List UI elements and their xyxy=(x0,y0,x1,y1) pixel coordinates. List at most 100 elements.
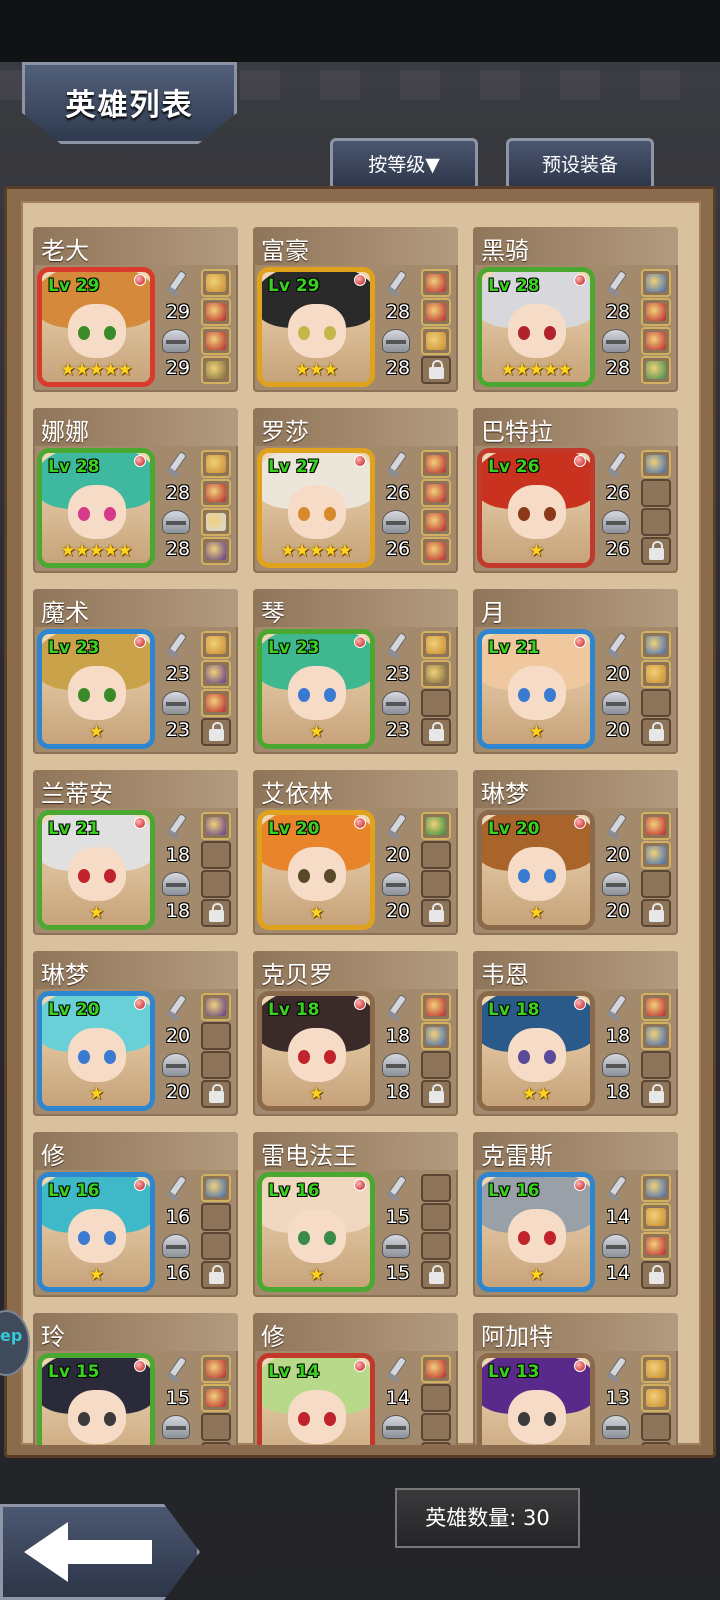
hero-card[interactable]: 琳梦 Lv 20 ★ 20 20 xyxy=(473,770,678,935)
equipment-slot[interactable] xyxy=(201,450,231,478)
equipment-slot-empty[interactable] xyxy=(641,1442,671,1445)
equipment-slot-empty[interactable] xyxy=(201,1442,231,1445)
equipment-slot[interactable] xyxy=(421,1022,451,1050)
hero-portrait[interactable]: Lv 20 ★ xyxy=(257,810,375,930)
equipment-slot-empty[interactable] xyxy=(201,1051,231,1079)
hero-portrait[interactable]: Lv 16 ★ xyxy=(257,1172,375,1292)
hero-card[interactable]: 克雷斯 Lv 16 ★ 14 14 xyxy=(473,1132,678,1297)
equipment-slot-locked[interactable] xyxy=(201,718,231,746)
hero-portrait[interactable]: Lv 14 xyxy=(257,1353,375,1445)
equipment-slot-empty[interactable] xyxy=(421,870,451,898)
equipment-slot[interactable] xyxy=(421,479,451,507)
equipment-slot[interactable] xyxy=(201,1174,231,1202)
hero-card[interactable]: 兰蒂安 Lv 21 ★ 18 18 xyxy=(33,770,238,935)
equipment-slot[interactable] xyxy=(421,508,451,536)
hero-portrait[interactable]: Lv 27 ★★★★★ xyxy=(257,448,375,568)
hero-card[interactable]: 玲 Lv 15 15 xyxy=(33,1313,238,1445)
equipment-slot-empty[interactable] xyxy=(421,1203,451,1231)
equipment-slot[interactable] xyxy=(641,327,671,355)
equipment-slot[interactable] xyxy=(421,631,451,659)
hero-portrait[interactable]: Lv 29 ★★★ xyxy=(257,267,375,387)
equipment-slot-empty[interactable] xyxy=(201,1203,231,1231)
equipment-slot-locked[interactable] xyxy=(201,1261,231,1289)
equipment-slot[interactable] xyxy=(201,993,231,1021)
hero-portrait[interactable]: Lv 28 ★★★★★ xyxy=(477,267,595,387)
sort-by-level-button[interactable]: 按等级▼ xyxy=(330,138,478,190)
equipment-slot-empty[interactable] xyxy=(421,1413,451,1441)
hero-card[interactable]: 雷电法王 Lv 16 ★ 15 15 xyxy=(253,1132,458,1297)
equipment-slot[interactable] xyxy=(201,631,231,659)
equipment-slot-locked[interactable] xyxy=(421,718,451,746)
hero-card[interactable]: 琳梦 Lv 20 ★ 20 20 xyxy=(33,951,238,1116)
hero-card[interactable]: 老大 Lv 29 ★★★★★ 29 29 xyxy=(33,227,238,392)
hero-portrait[interactable]: Lv 20 ★ xyxy=(477,810,595,930)
equipment-slot-locked[interactable] xyxy=(201,899,231,927)
equipment-slot-empty[interactable] xyxy=(641,479,671,507)
hero-portrait[interactable]: Lv 23 ★ xyxy=(37,629,155,749)
hero-card[interactable]: 琴 Lv 23 ★ 23 23 xyxy=(253,589,458,754)
equipment-slot-locked[interactable] xyxy=(641,537,671,565)
hero-portrait[interactable]: Lv 15 xyxy=(37,1353,155,1445)
equipment-slot-locked[interactable] xyxy=(421,356,451,384)
equipment-slot-empty[interactable] xyxy=(421,1384,451,1412)
hero-card[interactable]: 罗莎 Lv 27 ★★★★★ 26 26 xyxy=(253,408,458,573)
equipment-slot-empty[interactable] xyxy=(421,1232,451,1260)
equipment-slot-empty[interactable] xyxy=(641,1051,671,1079)
equipment-slot-empty[interactable] xyxy=(421,841,451,869)
hero-card[interactable]: 巴特拉 Lv 26 ★ 26 26 xyxy=(473,408,678,573)
hero-portrait[interactable]: Lv 13 xyxy=(477,1353,595,1445)
equipment-slot[interactable] xyxy=(641,660,671,688)
equipment-slot[interactable] xyxy=(201,508,231,536)
hero-portrait[interactable]: Lv 16 ★ xyxy=(477,1172,595,1292)
hero-grid[interactable]: 老大 Lv 29 ★★★★★ 29 29 富豪 Lv 29 ★★★ 28 28 … xyxy=(33,227,693,1445)
hero-card[interactable]: 艾依林 Lv 20 ★ 20 20 xyxy=(253,770,458,935)
equipment-slot[interactable] xyxy=(641,356,671,384)
equipment-slot[interactable] xyxy=(201,479,231,507)
equipment-slot[interactable] xyxy=(421,298,451,326)
hero-portrait[interactable]: Lv 23 ★ xyxy=(257,629,375,749)
equipment-slot-empty[interactable] xyxy=(201,1413,231,1441)
equipment-slot[interactable] xyxy=(641,298,671,326)
equipment-slot-empty[interactable] xyxy=(201,841,231,869)
equipment-slot[interactable] xyxy=(421,812,451,840)
equipment-slot-locked[interactable] xyxy=(201,1080,231,1108)
hero-portrait[interactable]: Lv 20 ★ xyxy=(37,991,155,1111)
equipment-slot[interactable] xyxy=(641,993,671,1021)
hero-portrait[interactable]: Lv 21 ★ xyxy=(477,629,595,749)
equipment-slot-empty[interactable] xyxy=(641,870,671,898)
equipment-slot[interactable] xyxy=(201,298,231,326)
equipment-slot-empty[interactable] xyxy=(421,689,451,717)
equipment-slot-locked[interactable] xyxy=(641,718,671,746)
hero-portrait[interactable]: Lv 21 ★ xyxy=(37,810,155,930)
equipment-slot[interactable] xyxy=(201,327,231,355)
equipment-slot[interactable] xyxy=(421,269,451,297)
equipment-slot-empty[interactable] xyxy=(201,1232,231,1260)
equipment-slot-locked[interactable] xyxy=(641,1080,671,1108)
hero-card[interactable]: 月 Lv 21 ★ 20 20 xyxy=(473,589,678,754)
equipment-slot[interactable] xyxy=(201,1355,231,1383)
equipment-slot-empty[interactable] xyxy=(641,508,671,536)
equipment-slot[interactable] xyxy=(641,450,671,478)
hero-portrait[interactable]: Lv 26 ★ xyxy=(477,448,595,568)
hero-card[interactable]: 富豪 Lv 29 ★★★ 28 28 xyxy=(253,227,458,392)
preset-equipment-button[interactable]: 预设装备 xyxy=(506,138,654,190)
equipment-slot-empty[interactable] xyxy=(641,689,671,717)
hero-portrait[interactable]: Lv 18 ★ xyxy=(257,991,375,1111)
equipment-slot[interactable] xyxy=(641,841,671,869)
hero-card[interactable]: 修 Lv 14 14 xyxy=(253,1313,458,1445)
equipment-slot-empty[interactable] xyxy=(641,1413,671,1441)
equipment-slot[interactable] xyxy=(641,269,671,297)
equipment-slot-locked[interactable] xyxy=(421,899,451,927)
equipment-slot-empty[interactable] xyxy=(421,1174,451,1202)
equipment-slot-locked[interactable] xyxy=(421,1080,451,1108)
hero-card[interactable]: 克贝罗 Lv 18 ★ 18 18 xyxy=(253,951,458,1116)
equipment-slot-empty[interactable] xyxy=(421,1442,451,1445)
equipment-slot[interactable] xyxy=(421,993,451,1021)
equipment-slot[interactable] xyxy=(201,356,231,384)
hero-card[interactable]: 魔术 Lv 23 ★ 23 23 xyxy=(33,589,238,754)
equipment-slot[interactable] xyxy=(421,660,451,688)
equipment-slot[interactable] xyxy=(201,689,231,717)
equipment-slot[interactable] xyxy=(641,1174,671,1202)
equipment-slot-empty[interactable] xyxy=(201,870,231,898)
equipment-slot[interactable] xyxy=(641,1232,671,1260)
